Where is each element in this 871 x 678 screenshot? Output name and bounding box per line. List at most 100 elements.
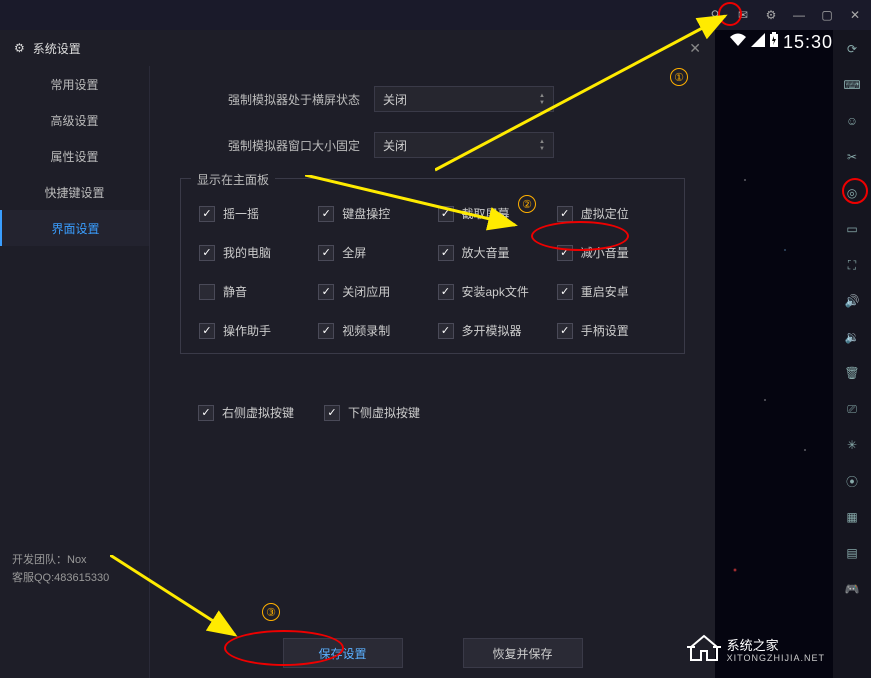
sidebar-item-ui[interactable]: 界面设置 xyxy=(0,210,149,246)
sidebar-label: 快捷键设置 xyxy=(44,184,104,201)
checkbox[interactable] xyxy=(318,323,334,339)
check-item: 下侧虚拟按键 xyxy=(324,404,420,421)
force-landscape-select[interactable]: 关闭 ▲▼ xyxy=(374,86,554,112)
check-item: 虚拟定位 xyxy=(557,205,666,222)
sidebar-label: 属性设置 xyxy=(50,148,98,165)
force-landscape-label: 强制模拟器处于横屏状态 xyxy=(180,91,360,108)
settings-content: 强制模拟器处于横屏状态 关闭 ▲▼ 强制模拟器窗口大小固定 关闭 ▲▼ 显示在主… xyxy=(150,66,715,678)
volume-down-icon[interactable]: 🔉 xyxy=(841,326,863,348)
check-item: 截取屏幕 xyxy=(438,205,547,222)
mail-icon[interactable]: ✉ xyxy=(735,7,751,23)
check-item: 我的电脑 xyxy=(199,244,308,261)
checkbox[interactable] xyxy=(318,245,334,261)
checkbox[interactable] xyxy=(324,405,340,421)
main-panel-group: 显示在主面板 摇一摇键盘操控截取屏幕虚拟定位我的电脑全屏放大音量减小音量静音关闭… xyxy=(180,178,685,354)
scissors-icon[interactable]: ✂ xyxy=(841,146,863,168)
gamepad-icon[interactable]: 🎮 xyxy=(841,578,863,600)
checkbox[interactable] xyxy=(438,206,454,222)
sidebar-footer: 开发团队：Nox 客服QQ:483615330 xyxy=(0,543,149,678)
check-item: 重启安卓 xyxy=(557,283,666,300)
gear-icon[interactable]: ⚙ xyxy=(763,7,779,23)
force-size-select[interactable]: 关闭 ▲▼ xyxy=(374,132,554,158)
sidebar-label: 常用设置 xyxy=(50,76,98,93)
keyboard-icon[interactable]: ⌨ xyxy=(841,74,863,96)
sidebar-item-advanced[interactable]: 高级设置 xyxy=(0,102,149,138)
watermark-url: XITONGZHIJIA.NET xyxy=(727,654,825,664)
check-label: 截取屏幕 xyxy=(462,205,510,222)
emulator-screen xyxy=(715,30,833,678)
check-label: 我的电脑 xyxy=(223,244,271,261)
check-item: 安装apk文件 xyxy=(438,283,547,300)
check-item: 全屏 xyxy=(318,244,427,261)
check-item: 多开模拟器 xyxy=(438,322,547,339)
record-icon[interactable]: ⦿ xyxy=(841,470,863,492)
location-icon[interactable]: ◎ xyxy=(841,182,863,204)
screenshot-icon[interactable]: ▦ xyxy=(841,506,863,528)
close-icon[interactable]: ✕ xyxy=(847,7,863,23)
checkbox[interactable] xyxy=(557,206,573,222)
battery-icon xyxy=(769,32,779,53)
trash-icon[interactable]: 🗑 xyxy=(841,362,863,384)
volume-up-icon[interactable]: 🔊 xyxy=(841,290,863,312)
rotate-icon[interactable]: ⟳ xyxy=(841,38,863,60)
check-label: 关闭应用 xyxy=(342,283,390,300)
apk-icon[interactable]: ⎚ xyxy=(841,398,863,420)
checkbox[interactable] xyxy=(438,323,454,339)
check-item: 手柄设置 xyxy=(557,322,666,339)
minimize-icon[interactable]: — xyxy=(791,7,807,23)
check-label: 下侧虚拟按键 xyxy=(348,404,420,421)
multi-icon[interactable]: ▤ xyxy=(841,542,863,564)
checkbox[interactable] xyxy=(199,206,215,222)
checkbox[interactable] xyxy=(557,323,573,339)
check-label: 手柄设置 xyxy=(581,322,629,339)
watermark: 系统之家 XITONGZHIJIA.NET xyxy=(687,633,825,670)
checkbox[interactable] xyxy=(318,206,334,222)
sidebar-item-common[interactable]: 常用设置 xyxy=(0,66,149,102)
sidebar-item-shortcuts[interactable]: 快捷键设置 xyxy=(0,174,149,210)
wifi-icon xyxy=(729,33,747,52)
checkbox[interactable] xyxy=(438,245,454,261)
checkbox[interactable] xyxy=(557,245,573,261)
check-item: 摇一摇 xyxy=(199,205,308,222)
pin-icon[interactable]: ⚲ xyxy=(707,7,723,23)
computer-icon[interactable]: ▭ xyxy=(841,218,863,240)
check-label: 放大音量 xyxy=(462,244,510,261)
check-item: 视频录制 xyxy=(318,322,427,339)
check-label: 静音 xyxy=(223,283,247,300)
check-label: 摇一摇 xyxy=(223,205,259,222)
reticle-icon[interactable]: ✳ xyxy=(841,434,863,456)
check-label: 虚拟定位 xyxy=(581,205,629,222)
check-label: 键盘操控 xyxy=(342,205,390,222)
home-icon xyxy=(687,633,721,670)
save-button[interactable]: 保存设置 xyxy=(283,638,403,668)
checkbox[interactable] xyxy=(557,284,573,300)
checkbox[interactable] xyxy=(318,284,334,300)
signal-icon xyxy=(751,33,765,52)
sidebar-item-properties[interactable]: 属性设置 xyxy=(0,138,149,174)
settings-close-icon[interactable]: ✕ xyxy=(689,40,701,57)
checkbox[interactable] xyxy=(199,284,215,300)
sidebar-label: 高级设置 xyxy=(50,112,98,129)
checkbox[interactable] xyxy=(199,245,215,261)
checkbox[interactable] xyxy=(199,323,215,339)
robot-icon[interactable]: ☺ xyxy=(841,110,863,132)
sidebar-label: 界面设置 xyxy=(51,220,99,237)
spinner-icon: ▲▼ xyxy=(539,139,545,152)
restore-label: 恢复并保存 xyxy=(492,645,552,662)
select-value: 关闭 xyxy=(383,91,407,108)
check-item: 关闭应用 xyxy=(318,283,427,300)
checkbox[interactable] xyxy=(198,405,214,421)
check-label: 减小音量 xyxy=(581,244,629,261)
save-label: 保存设置 xyxy=(318,645,366,662)
force-size-label: 强制模拟器窗口大小固定 xyxy=(180,137,360,154)
dev-team-text: 开发团队：Nox xyxy=(12,551,137,570)
check-label: 多开模拟器 xyxy=(462,322,522,339)
right-toolbar: ⟳ ⌨ ☺ ✂ ◎ ▭ ⛶ 🔊 🔉 🗑 ⎚ ✳ ⦿ ▦ ▤ 🎮 xyxy=(833,30,871,678)
check-item: 静音 xyxy=(199,283,308,300)
fullscreen-icon[interactable]: ⛶ xyxy=(841,254,863,276)
check-item: 右侧虚拟按键 xyxy=(198,404,294,421)
maximize-icon[interactable]: ▢ xyxy=(819,7,835,23)
watermark-name: 系统之家 xyxy=(727,639,825,653)
checkbox[interactable] xyxy=(438,284,454,300)
restore-button[interactable]: 恢复并保存 xyxy=(463,638,583,668)
